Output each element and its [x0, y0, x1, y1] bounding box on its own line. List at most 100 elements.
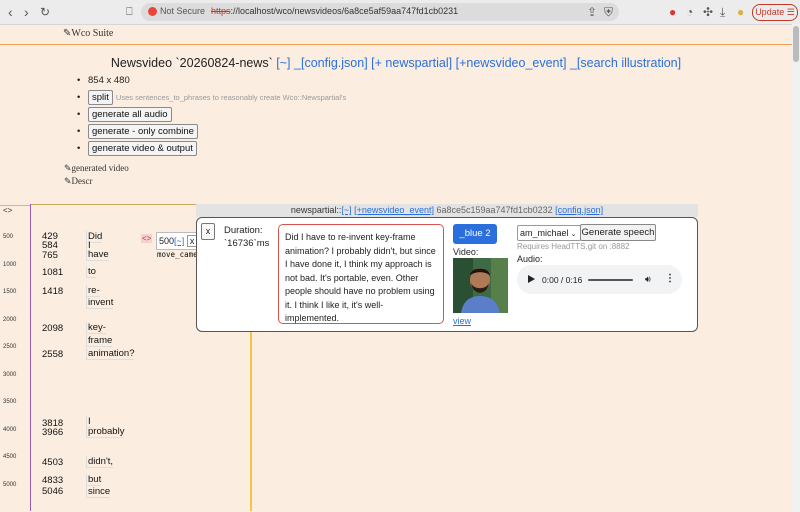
- update-label: Update: [755, 7, 785, 17]
- modal-add-event-link[interactable]: [+newsvideo_event]: [354, 205, 434, 215]
- descr-text: Descr: [71, 176, 93, 186]
- forward-icon[interactable]: ›: [24, 4, 29, 20]
- tick-label: 2500: [3, 344, 17, 350]
- more-options-icon[interactable]: ⋮: [665, 273, 675, 284]
- url-rest: ://localhost/wco/newsvideos/6a8ce5af59aa…: [230, 6, 459, 16]
- word-start-ms: 3966: [42, 427, 64, 438]
- generated-video-text: generated video: [71, 163, 129, 173]
- word-item[interactable]: key-: [86, 322, 106, 334]
- generate-video-button[interactable]: generate video & output: [88, 141, 197, 156]
- word-start-ms: 5046: [42, 486, 64, 497]
- word-start-ms: 2098: [42, 323, 64, 334]
- descr-link[interactable]: ✎Descr: [64, 176, 93, 187]
- page-title: Newsvideo `20260824-news` [~] _[config.j…: [0, 56, 792, 70]
- word-item[interactable]: to: [86, 266, 96, 278]
- timeline-divider: [30, 204, 31, 511]
- not-secure-label: Not Secure: [160, 6, 206, 16]
- audio-label: Audio:: [517, 254, 543, 264]
- timeline-ruler: [0, 205, 30, 512]
- generate-all-audio-button[interactable]: generate all audio: [88, 107, 172, 122]
- speaker-select[interactable]: am_michael ⌄: [517, 225, 581, 241]
- suite-title[interactable]: ✎Wco Suite: [63, 28, 113, 39]
- modal-config-link[interactable]: [config.json]: [555, 205, 603, 215]
- volume-icon[interactable]: 🔊︎: [645, 274, 651, 285]
- word-start-ms: 4503: [42, 457, 64, 468]
- audio-time: 0:00 / 0:16: [542, 275, 583, 285]
- speaker-selected: am_michael: [520, 228, 569, 238]
- gen-combine-item: generate - only combine: [75, 123, 346, 140]
- download-icon[interactable]: ⤓: [720, 5, 725, 20]
- url-text[interactable]: https://localhost/wco/newsvideos/6a8ce5a…: [211, 6, 458, 16]
- split-item: splitUses sentences_to_phrases to reason…: [75, 89, 346, 106]
- gen-audio-item: generate all audio: [75, 106, 346, 123]
- event-drag-handle[interactable]: <>: [141, 234, 153, 243]
- vpn-icon[interactable]: ◔: [686, 5, 693, 19]
- phrase-text[interactable]: Did I have to re-invent key-frame animat…: [278, 224, 444, 324]
- tick-label: 500: [3, 234, 14, 240]
- add-newspartial-link[interactable]: [+ newspartial]: [371, 56, 452, 70]
- duration-value: `16736`ms: [224, 238, 270, 249]
- extension-icon[interactable]: ●: [669, 5, 676, 19]
- search-illustration-link[interactable]: _[search illustration]: [570, 56, 681, 70]
- word-item[interactable]: probably: [86, 426, 125, 438]
- share-icon[interactable]: ⇪: [587, 5, 597, 19]
- generate-combine-button[interactable]: generate - only combine: [88, 124, 198, 139]
- word-start-ms: 765: [42, 250, 58, 261]
- timeline-header: <>: [3, 206, 13, 215]
- tick-label: 3500: [3, 399, 17, 405]
- tick-label: 4500: [3, 454, 17, 460]
- word-item[interactable]: didn't,: [86, 456, 114, 468]
- view-link[interactable]: view: [453, 316, 471, 326]
- add-newsvideo-event-link[interactable]: [+newsvideo_event]: [456, 56, 567, 70]
- tick-label: 1000: [3, 262, 17, 268]
- wallet-icon[interactable]: ●: [737, 5, 744, 19]
- scrollbar[interactable]: [792, 24, 800, 511]
- word-item[interactable]: invent: [86, 297, 114, 309]
- word-item[interactable]: since: [86, 486, 111, 498]
- event-name: move_came: [157, 250, 198, 259]
- word-item[interactable]: animation?: [86, 348, 135, 360]
- back-icon[interactable]: ‹: [8, 4, 13, 20]
- shield-icon[interactable]: ⛨: [604, 5, 613, 20]
- split-button[interactable]: split: [88, 90, 113, 105]
- word-item[interactable]: have: [86, 249, 109, 261]
- play-icon[interactable]: [528, 275, 535, 283]
- close-button[interactable]: x: [201, 223, 215, 240]
- duration-label: Duration:: [224, 225, 263, 236]
- scrollbar-thumb[interactable]: [793, 26, 799, 62]
- edit-link[interactable]: [~]: [276, 56, 290, 70]
- word-item[interactable]: but: [86, 474, 102, 486]
- avatar-image: [453, 258, 508, 313]
- event-edit-link[interactable]: [~]: [174, 236, 184, 246]
- video-thumbnail[interactable]: [453, 258, 508, 313]
- word-start-ms: 2558: [42, 349, 64, 360]
- word-item[interactable]: re-: [86, 285, 100, 297]
- chevron-down-icon: ⌄: [568, 231, 577, 238]
- event-start: 500: [159, 236, 175, 246]
- options-list: 854 x 480 splitUses sentences_to_phrases…: [75, 72, 346, 157]
- puzzle-icon[interactable]: ✣: [703, 5, 713, 19]
- not-secure-icon: [148, 7, 157, 16]
- generated-video-link[interactable]: ✎generated video: [64, 163, 129, 174]
- reload-icon[interactable]: ↻: [40, 4, 50, 20]
- modal-edit-link[interactable]: [~]: [341, 205, 351, 215]
- url-scheme: https: [211, 6, 231, 16]
- video-label: Video:: [453, 247, 479, 257]
- modal-id: 6a8ce5c159aa747fd1cb0232: [436, 205, 553, 215]
- word-item[interactable]: frame: [86, 335, 113, 347]
- event-box[interactable]: 500[~] x: [156, 232, 200, 250]
- suite-bar: [0, 24, 800, 45]
- config-json-link[interactable]: _[config.json]: [294, 56, 368, 70]
- tick-label: 1500: [3, 289, 17, 295]
- gen-video-item: generate video & output: [75, 140, 346, 157]
- modal-label: newspartial::: [290, 205, 342, 215]
- voice-button[interactable]: _blue 2: [453, 224, 497, 244]
- generate-speech-button[interactable]: Generate speech: [580, 224, 656, 241]
- suite-title-text: Wco Suite: [71, 28, 114, 39]
- modal-header: newspartial::[~] [+newsvideo_event] 6a8c…: [196, 204, 698, 217]
- word-start-ms: 1081: [42, 267, 64, 278]
- tick-label: 5000: [3, 482, 17, 488]
- bookmark-icon[interactable]: ⎕: [126, 4, 133, 20]
- update-button[interactable]: Update ☰: [752, 4, 798, 21]
- audio-progress-slider[interactable]: [588, 279, 633, 281]
